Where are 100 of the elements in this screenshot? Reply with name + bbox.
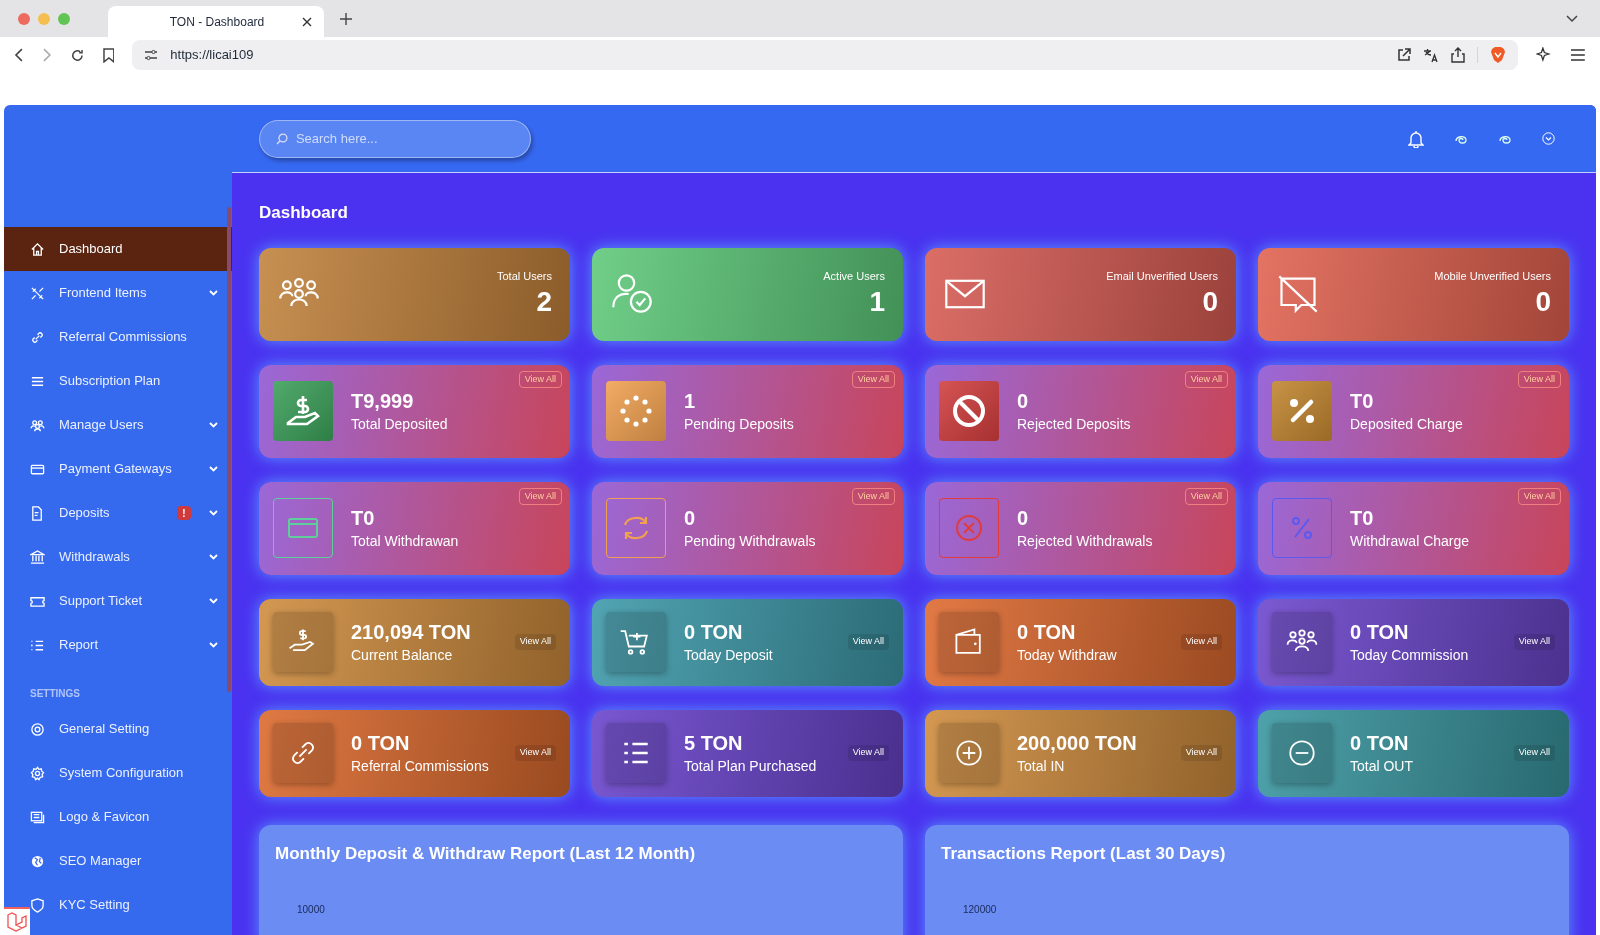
view-all-link[interactable]: View All <box>1180 745 1222 761</box>
sidebar-item-label: Referral Commissions <box>59 328 188 347</box>
card-label: Pending Withdrawals <box>684 531 816 551</box>
sidebar-item[interactable]: Dashboard <box>4 227 232 271</box>
sidebar-item[interactable]: Referral Commissions <box>30 315 232 359</box>
link-icon <box>30 329 45 345</box>
card-label: Deposited Charge <box>1350 414 1463 434</box>
view-all-link[interactable]: View All <box>1180 634 1222 650</box>
shield-icon <box>30 897 45 913</box>
card-label: Total Withdrawan <box>351 531 459 551</box>
view-all-link[interactable]: View All <box>851 487 895 505</box>
address-bar[interactable]: https://licai109 <box>132 40 1519 70</box>
search-field[interactable]: Search here... <box>259 119 531 158</box>
sidebar-item[interactable]: System Configuration <box>30 751 232 795</box>
card-value: T0 <box>351 505 376 531</box>
view-all-link[interactable]: View All <box>1517 487 1561 505</box>
card-value: 0 TON <box>1350 730 1410 756</box>
translate-icon[interactable] <box>1423 47 1440 63</box>
card-label: Today Deposit <box>684 645 774 665</box>
sidebar-item[interactable]: Payment Gateways <box>30 447 232 491</box>
sidebar-item[interactable]: Withdrawals <box>30 535 232 579</box>
external-link-icon[interactable] <box>1397 48 1412 62</box>
sidebar-item-label: Logo & Favicon <box>59 808 151 827</box>
card-value: 0 <box>1017 388 1030 414</box>
home-icon <box>30 241 45 257</box>
search-input[interactable]: Search here... <box>295 128 514 149</box>
monitor-icon <box>30 809 45 825</box>
card-value: T9,999 <box>351 388 415 414</box>
sidebar-item[interactable]: Support Ticket <box>30 579 232 623</box>
share-icon[interactable] <box>1451 47 1466 63</box>
sidebar-item[interactable]: Logo & Favicon <box>30 795 232 839</box>
bookmark-icon[interactable] <box>102 47 115 63</box>
sidebar-item-label: Subscription Plan <box>59 372 162 391</box>
panel-title: Monthly Deposit & Withdraw Report (Last 12 Month) <box>275 842 697 865</box>
sidebar-item-label: Report <box>59 636 100 655</box>
sidebar-item-label: SEO Manager <box>59 852 143 871</box>
menu-icon[interactable] <box>1570 49 1586 61</box>
view-all-link[interactable]: View All <box>851 370 895 388</box>
sidebar-item-label: Support Ticket <box>59 592 144 611</box>
url-text: https://licai109 <box>170 46 254 65</box>
card-label: Mobile Unverified Users <box>1434 268 1551 284</box>
card-label: Today Commission <box>1350 645 1470 665</box>
sidebar-item[interactable]: SEO Manager <box>30 839 232 883</box>
card-value: 0 TON <box>1017 619 1077 645</box>
bank-icon <box>30 549 45 565</box>
card-label: Total Users <box>496 268 552 284</box>
close-icon[interactable] <box>302 16 312 27</box>
card-label: Rejected Withdrawals <box>1017 531 1153 551</box>
card-label: Total IN <box>1017 756 1066 776</box>
card-value: 0 TON <box>684 619 744 645</box>
card-label: Rejected Deposits <box>1017 414 1131 434</box>
card-value: 0 TON <box>1350 619 1410 645</box>
card-label: Pending Deposits <box>684 414 794 434</box>
sidebar-item[interactable]: Report <box>30 623 232 667</box>
card-label: Email Unverified Users <box>1106 268 1218 284</box>
card-value: 5 TON <box>684 730 744 756</box>
view-all-link[interactable]: View All <box>1513 634 1555 650</box>
card-label: Withdrawal Charge <box>1350 531 1470 551</box>
view-all-link[interactable]: View All <box>1184 370 1228 388</box>
card-label: Referral Commissions <box>351 756 490 776</box>
chevron-circle-icon[interactable] <box>1542 132 1555 145</box>
view-all-link[interactable]: View All <box>514 634 556 650</box>
view-all-link[interactable]: View All <box>1517 370 1561 388</box>
browser-tab[interactable]: TON - Dashboard <box>108 6 324 37</box>
card-label: Total Plan Purchased <box>684 756 818 776</box>
sidebar-item[interactable]: Deposits ! <box>30 491 232 535</box>
card-value: 0 TON <box>351 730 411 756</box>
card-value: T0 <box>1350 505 1375 531</box>
back-icon[interactable] <box>14 48 24 62</box>
card-value: 0 <box>1017 505 1030 531</box>
view-all-link[interactable]: View All <box>1184 487 1228 505</box>
card-value: 0 <box>1202 285 1218 320</box>
sidebar-item-label: Deposits <box>59 504 111 523</box>
view-all-link[interactable]: View All <box>1513 745 1555 761</box>
sidebar-item[interactable]: Frontend Items <box>30 271 232 315</box>
notification-bell-icon[interactable] <box>1408 129 1424 148</box>
view-all-link[interactable]: View All <box>518 370 562 388</box>
view-all-link[interactable]: View All <box>518 487 562 505</box>
sidebar-item[interactable]: General Setting <box>30 707 232 751</box>
view-all-link[interactable]: View All <box>847 634 889 650</box>
card-value: 1 <box>684 388 697 414</box>
invoice-icon <box>30 505 45 521</box>
chevron-down-icon[interactable] <box>1566 14 1578 23</box>
framework-logo-button[interactable] <box>4 907 30 935</box>
sidebar-item[interactable]: Subscription Plan <box>30 359 232 403</box>
globe-icon <box>30 853 45 869</box>
card-label: Current Balance <box>351 645 454 665</box>
view-all-link[interactable]: View All <box>514 745 556 761</box>
cube-logo-icon <box>6 912 28 932</box>
sidebar-item[interactable]: Manage Users <box>30 403 232 447</box>
sidebar-item-label: KYC Setting <box>59 896 131 915</box>
card-label: Today Withdraw <box>1017 645 1118 665</box>
view-all-link[interactable]: View All <box>847 745 889 761</box>
reload-icon[interactable] <box>69 47 85 63</box>
sidebar-item-label: System Configuration <box>59 764 185 783</box>
scrollbar-thumb[interactable] <box>227 207 231 692</box>
axis-tick-label: 120000 <box>963 903 998 917</box>
sidebar-item[interactable]: KYC Setting <box>30 883 232 927</box>
site-settings-icon[interactable] <box>144 49 159 61</box>
new-tab-icon[interactable] <box>340 12 352 25</box>
